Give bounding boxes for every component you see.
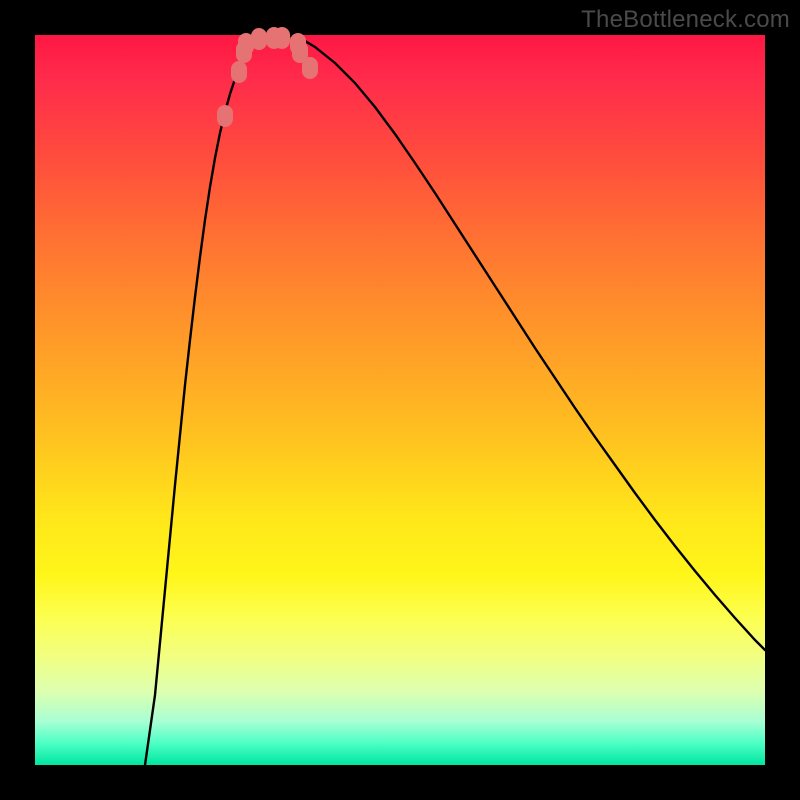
chart-frame: TheBottleneck.com — [0, 0, 800, 800]
right-curve — [285, 35, 765, 650]
watermark-text: TheBottleneck.com — [581, 6, 790, 34]
marker-right-lower — [290, 33, 306, 55]
curve-floor — [270, 35, 285, 36]
marker-bottom-2 — [251, 28, 267, 50]
marker-left-upper — [217, 105, 233, 127]
marker-left-mid — [231, 61, 247, 83]
marker-right-mid — [292, 41, 308, 63]
marker-bottom-1 — [238, 33, 254, 55]
curve-layer — [35, 35, 765, 765]
left-curve — [145, 35, 270, 765]
marker-left-lower — [236, 41, 252, 63]
marker-bottom-4 — [274, 27, 290, 49]
plot-area — [35, 35, 765, 765]
marker-right-upper — [302, 57, 318, 79]
marker-bottom-3 — [266, 27, 282, 49]
